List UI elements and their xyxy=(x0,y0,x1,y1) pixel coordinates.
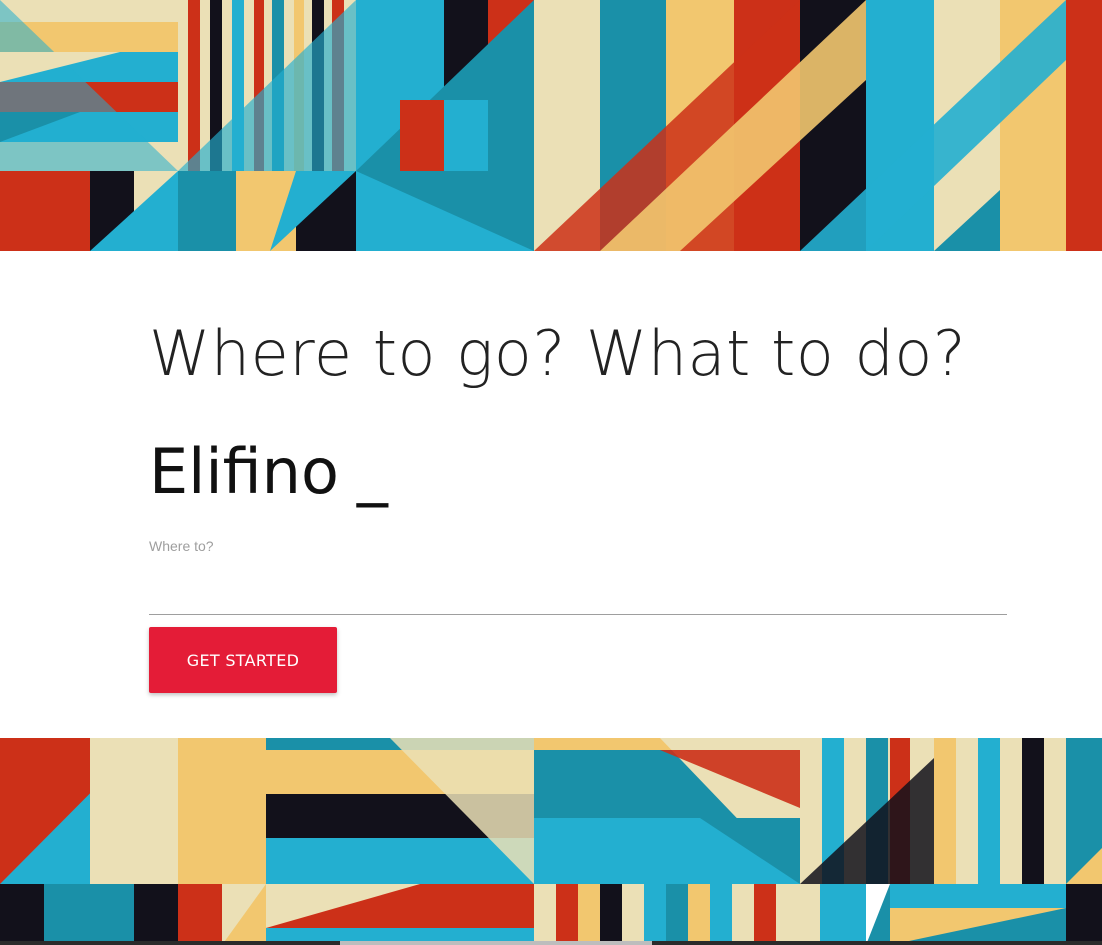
horizontal-scrollbar[interactable] xyxy=(0,941,1102,945)
destination-input[interactable] xyxy=(149,563,1007,615)
destination-label: Where to? xyxy=(149,538,214,554)
bottom-decorative-banner xyxy=(0,738,1102,945)
scrollbar-thumb[interactable] xyxy=(340,941,652,945)
geometric-pattern-image xyxy=(0,0,1102,251)
typed-destination: Elifino xyxy=(149,435,339,508)
get-started-button[interactable]: GET STARTED xyxy=(149,627,337,693)
hero-section: Where to go? What to do? Elifino _ Where … xyxy=(149,251,1007,738)
geometric-pattern-image xyxy=(0,738,1102,945)
typing-cursor: _ xyxy=(356,435,388,508)
top-decorative-banner xyxy=(0,0,1102,251)
page-title: Where to go? What to do? xyxy=(149,317,967,390)
typewriter-text: Elifino _ xyxy=(149,433,388,511)
